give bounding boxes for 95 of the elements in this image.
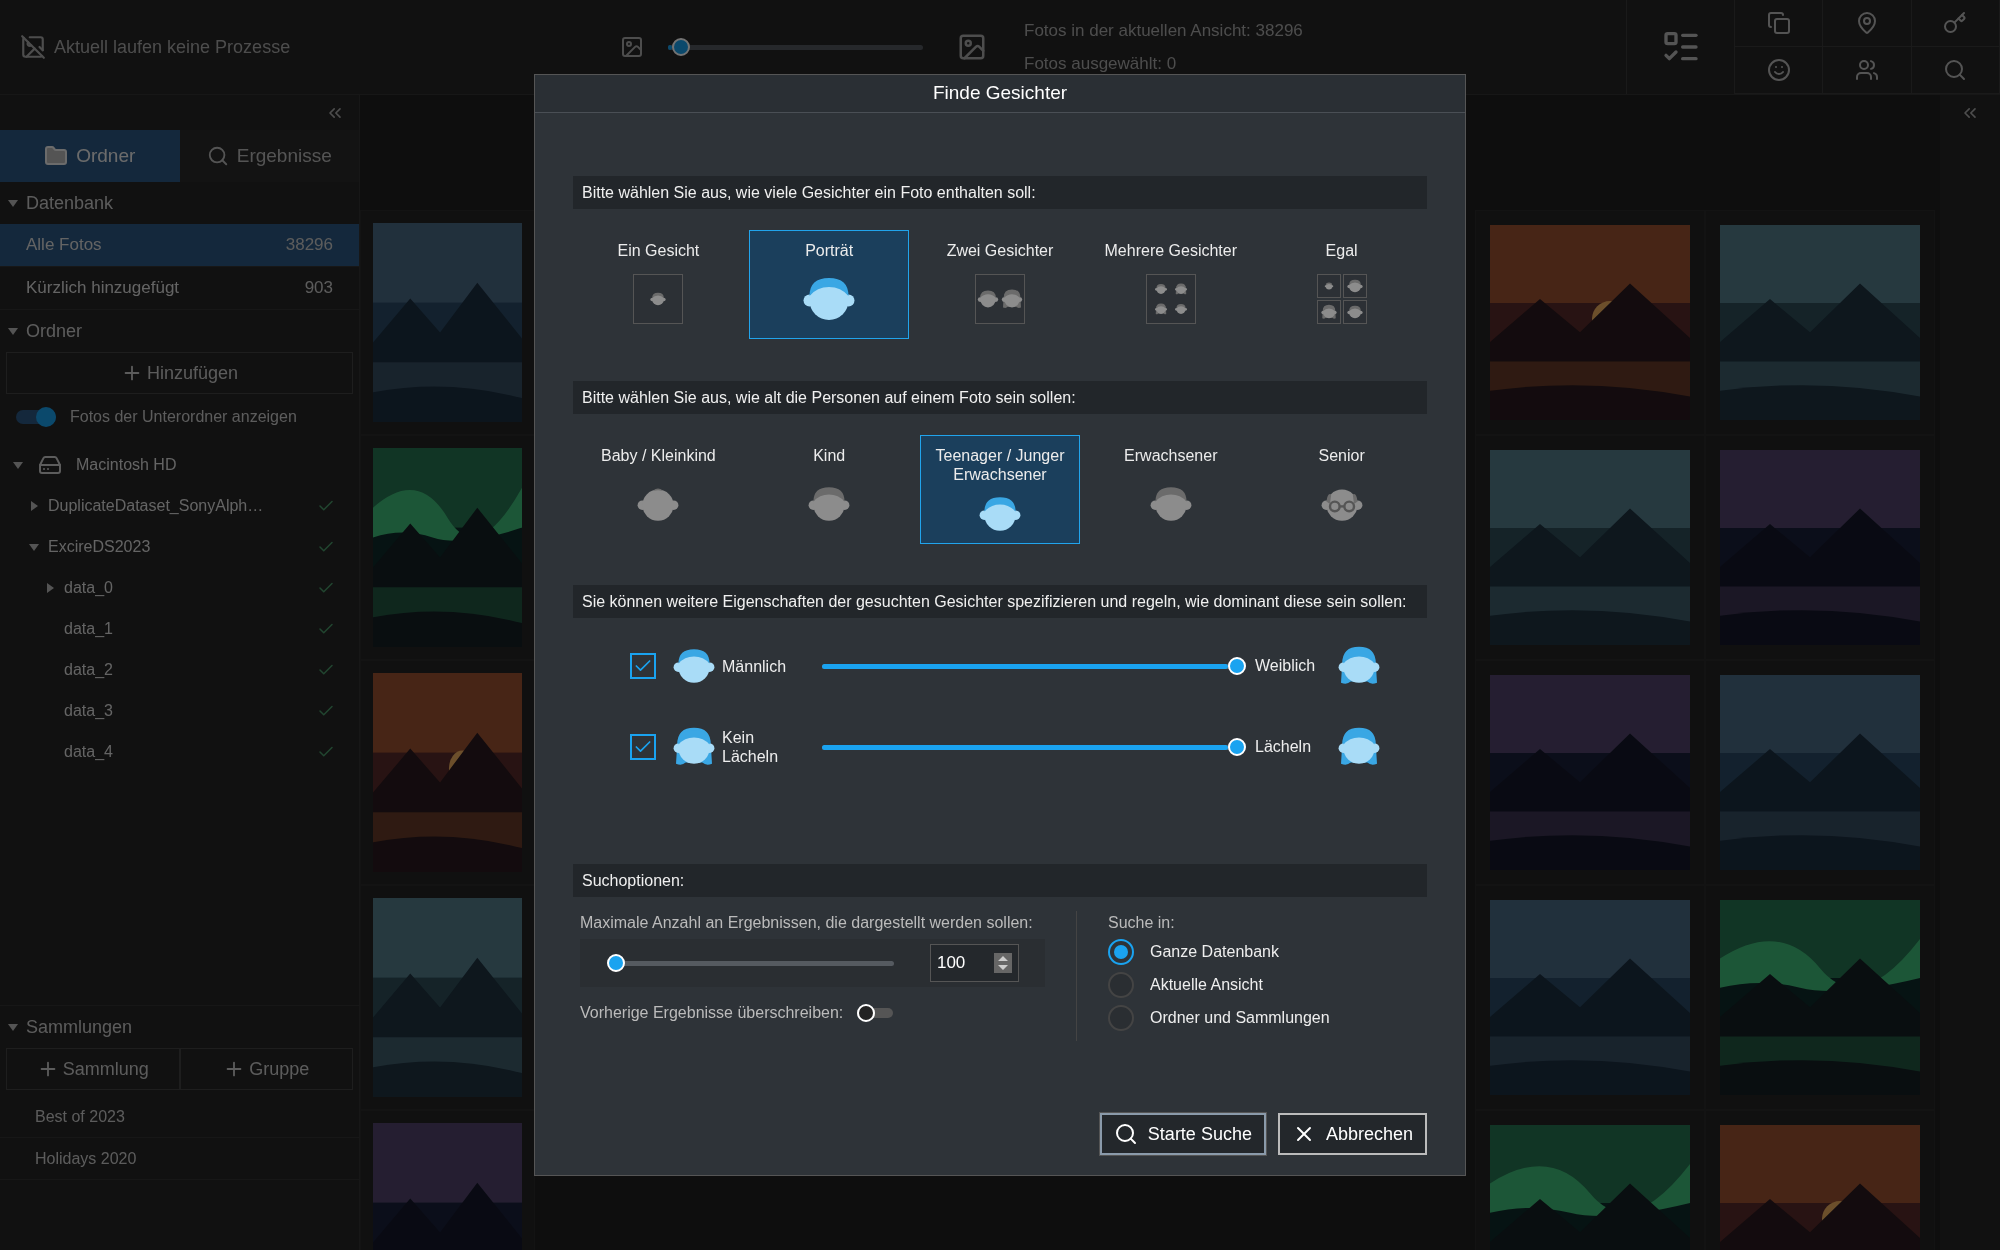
head-icon (1323, 281, 1334, 291)
caret-down-icon[interactable] (29, 541, 39, 552)
trait-label: Weiblich (1255, 656, 1317, 676)
caret-right-icon[interactable] (29, 500, 39, 511)
trait-label: Kein Lächeln (722, 728, 780, 766)
search-icon (206, 145, 229, 167)
section-header: Bitte wählen Sie aus, wie alt die Personen auf einem Foto sein sollen: (573, 381, 1427, 414)
section-header: Bitte wählen Sie aus, wie viele Gesichter ein Foto enthalten soll: (573, 176, 1427, 209)
radio-label: Ordner und Sammlungen (1150, 1007, 1330, 1028)
tab[interactable]: Ordner (0, 130, 180, 182)
stats-text: Fotos ausgewählt: 0 (1024, 53, 1178, 75)
option-tile[interactable]: Kind (749, 435, 910, 544)
tree-item[interactable]: data_0 (64, 575, 113, 600)
caret-down-icon[interactable] (13, 459, 23, 470)
tree-item[interactable]: ExcireDS2023 (48, 534, 151, 559)
tree-item[interactable]: data_2 (64, 657, 113, 682)
cancel-button[interactable]: Abbrechen (1277, 1113, 1427, 1155)
radio-label: Aktuelle Ansicht (1150, 974, 1263, 995)
people-icon[interactable] (1855, 58, 1879, 82)
field-label: Maximale Anzahl an Ergebnissen, die dargestellt werden sollen: (580, 913, 1034, 933)
radio-button[interactable] (1108, 1004, 1134, 1031)
key-icon[interactable] (1943, 11, 1968, 35)
status-text: Aktuell laufen keine Prozesse (54, 35, 291, 59)
option-tile[interactable]: Mehrere Gesichter (1090, 230, 1251, 339)
add-button[interactable]: Gruppe (179, 1048, 353, 1090)
option-tile[interactable]: Senior (1261, 435, 1422, 544)
add-button[interactable]: Sammlung (6, 1048, 180, 1090)
head-icon (1173, 302, 1188, 316)
item-label: Kürzlich hinzugefügt (26, 277, 181, 300)
large-image-icon[interactable] (957, 32, 987, 62)
search-icon[interactable] (1943, 58, 1968, 82)
toggle-switch[interactable] (857, 1004, 894, 1022)
trait-label: Männlich (722, 656, 788, 676)
option-tile[interactable]: Teenager / Junger Erwachsener (920, 435, 1080, 544)
slider-thumb[interactable] (1228, 657, 1246, 675)
slider-thumb[interactable] (1228, 738, 1246, 756)
head-icon (1319, 303, 1338, 321)
head-icon (1345, 303, 1364, 321)
tree-item[interactable]: Macintosh HD (76, 452, 177, 477)
checkbox[interactable] (630, 653, 656, 679)
toggle-label: Vorherige Ergebnisse überschreiben: (580, 1003, 844, 1023)
option-tile[interactable]: Zwei Gesichter (920, 230, 1080, 339)
option-tile[interactable]: Erwachsener (1090, 435, 1251, 544)
folder-icon (44, 144, 69, 168)
section-title: Ordner (26, 319, 83, 343)
checkbox[interactable] (630, 734, 656, 760)
section-header: Sie können weitere Eigenschaften der gesuchten Gesichter spezifizieren und regeln, wie dominant diese sein sollen: (573, 585, 1427, 618)
copies-icon[interactable] (1766, 11, 1791, 35)
caret-right-icon[interactable] (45, 582, 55, 593)
stats-text: Fotos in der aktuellen Ansicht: 38296 (1024, 19, 1304, 42)
toggle-label: Fotos der Unterordner anzeigen (70, 407, 297, 427)
item-count: 38296 (285, 234, 333, 257)
collection-item[interactable]: Best of 2023 (35, 1104, 125, 1129)
spinner-icon[interactable] (994, 953, 1012, 973)
head-icon (1000, 287, 1024, 311)
head-icon (1153, 302, 1168, 316)
collection-item[interactable]: Holidays 2020 (35, 1146, 137, 1171)
item-count: 903 (304, 277, 333, 300)
item-label: Alle Fotos (26, 234, 103, 257)
search-icon (1113, 1122, 1138, 1146)
tree-item[interactable]: data_4 (64, 739, 113, 764)
search-button[interactable]: Starte Suche (1099, 1113, 1266, 1155)
tree-item[interactable]: DuplicateDataset_SonyAlph… (48, 493, 264, 518)
option-tile[interactable]: Baby / Kleinkind (578, 435, 739, 544)
option-tile[interactable]: Porträt (749, 230, 910, 339)
radio-button[interactable] (1108, 938, 1134, 965)
section-title: Sammlungen (26, 1015, 133, 1039)
image-icon (20, 34, 46, 60)
pin-icon[interactable] (1855, 11, 1879, 35)
caret-down-icon[interactable] (8, 198, 18, 208)
head-icon (1173, 282, 1188, 296)
tree-item[interactable]: data_1 (64, 616, 113, 641)
slider-thumb[interactable] (671, 38, 690, 56)
radio-label: Ganze Datenbank (1150, 941, 1279, 962)
head-icon (1153, 282, 1168, 296)
trait-label: Lächeln (1255, 737, 1313, 757)
tree-item[interactable]: data_3 (64, 698, 113, 723)
small-image-icon[interactable] (620, 35, 644, 59)
number-field[interactable]: 100 (929, 944, 1019, 982)
section-header: Suchoptionen: (573, 864, 1427, 897)
radio-button[interactable] (1108, 971, 1134, 998)
list-item[interactable]: Kürzlich hinzugefügt 903 (0, 267, 359, 310)
add-button[interactable]: Hinzufügen (6, 352, 353, 394)
slider-thumb[interactable] (607, 954, 625, 972)
field-label: Suche in: (1108, 913, 1176, 933)
face-icon[interactable] (1766, 58, 1791, 82)
option-tile[interactable]: Egal (1261, 230, 1422, 339)
caret-down-icon[interactable] (8, 1022, 18, 1032)
list-item[interactable]: Alle Fotos 38296 (0, 224, 359, 267)
section-title: Datenbank (26, 191, 114, 215)
dialog-title: Finde Gesichter (932, 81, 1068, 106)
head-icon (1345, 277, 1364, 295)
caret-down-icon[interactable] (8, 326, 18, 336)
toggle-switch[interactable] (16, 407, 56, 427)
option-tile[interactable]: Ein Gesicht (578, 230, 739, 339)
